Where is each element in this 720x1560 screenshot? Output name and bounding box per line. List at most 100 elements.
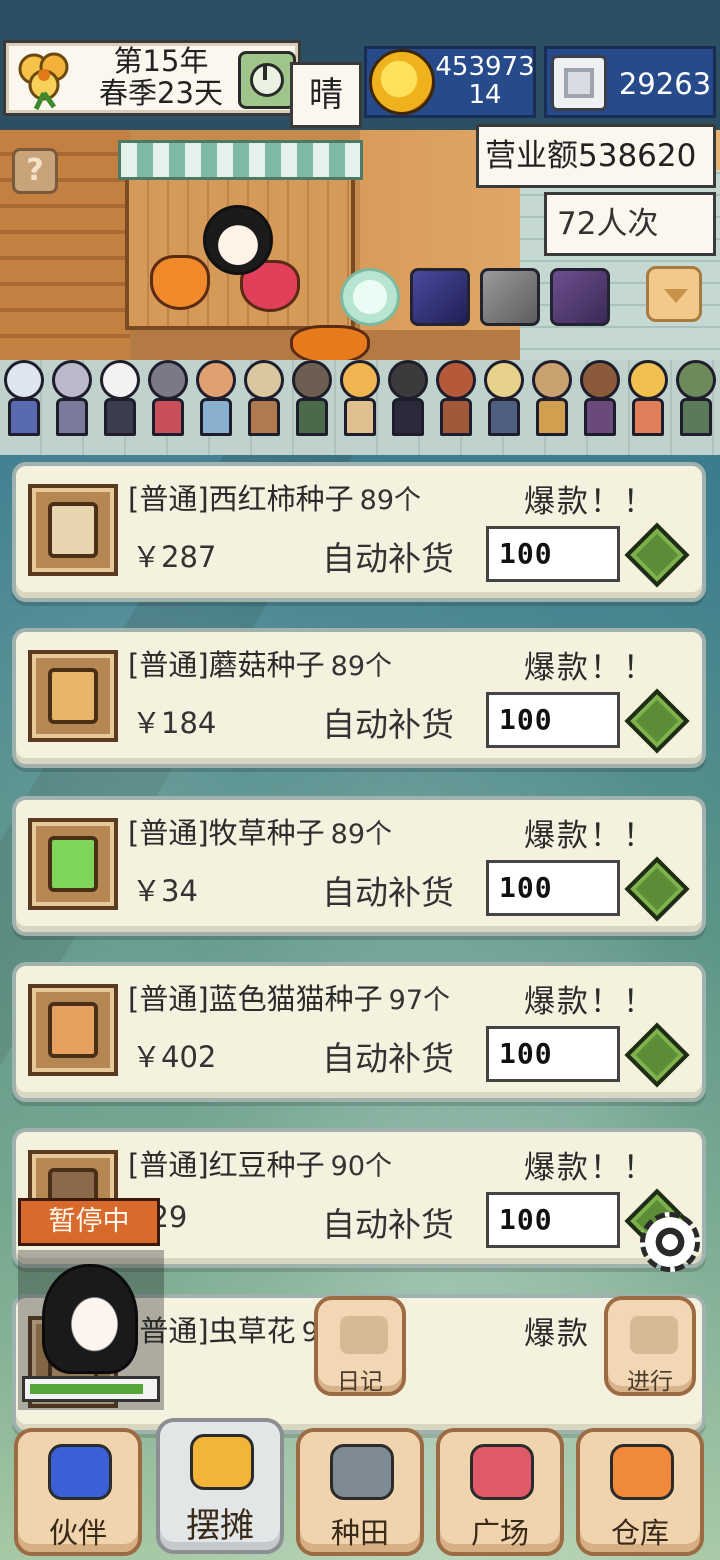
product-qty: 89个 <box>359 485 421 516</box>
nav-item[interactable]: 广场 <box>436 1428 564 1556</box>
product-row[interactable]: [普通]牧草种子 89个 爆款！！ ￥34 自动补货 100 <box>12 796 706 936</box>
customer-sprite <box>288 350 336 440</box>
product-row[interactable]: [普通]蓝色猫猫种子 97个 爆款！！ ￥402 自动补货 100 <box>12 962 706 1102</box>
collapse-button[interactable] <box>646 266 702 322</box>
customer-body <box>200 398 232 436</box>
product-price: ￥184 <box>132 706 217 740</box>
flower-plaza-icon <box>470 1444 534 1500</box>
confirm-diamond-button[interactable] <box>624 1022 690 1088</box>
helper-character-card[interactable] <box>18 1250 164 1410</box>
customer-sprite <box>384 350 432 440</box>
paused-badge: 暂停中 <box>18 1198 160 1246</box>
gold-value-line2: 14 <box>468 80 502 110</box>
customer-head <box>484 360 524 400</box>
customer-head <box>436 360 476 400</box>
warehouse-house-icon <box>610 1444 674 1500</box>
restock-amount-input[interactable]: 100 <box>486 526 620 582</box>
stone-skill-icon[interactable] <box>480 268 540 326</box>
date-panel: 第15年 春季23天 <box>3 40 301 116</box>
nav-item[interactable]: 伙伴 <box>14 1428 142 1556</box>
customer-body <box>296 398 328 436</box>
auto-restock-label: 自动补货 <box>322 1205 454 1244</box>
confirm-diamond-button[interactable] <box>624 688 690 754</box>
restock-amount-input[interactable]: 100 <box>486 1192 620 1248</box>
customer-sprite <box>192 350 240 440</box>
product-qty: 97个 <box>388 985 450 1016</box>
diary-button[interactable]: 日记 <box>314 1296 406 1396</box>
gem-counter[interactable]: 29263 <box>544 46 716 118</box>
seed-bag <box>48 502 98 558</box>
hot-badge: 爆款！！ <box>524 650 656 686</box>
nav-label: 广场 <box>470 1516 529 1550</box>
nav-label: 种田 <box>330 1516 389 1550</box>
chevron-down-icon <box>664 289 688 303</box>
customer-sprite <box>528 350 576 440</box>
customer-sprite <box>48 350 96 440</box>
restock-amount-input[interactable]: 100 <box>486 692 620 748</box>
nav-item[interactable]: 摆摊 <box>156 1418 284 1554</box>
customer-body <box>392 398 424 436</box>
product-qty: 89个 <box>330 651 392 682</box>
stamina-bar <box>22 1376 160 1402</box>
product-qty: 89个 <box>330 819 392 850</box>
customer-sprite <box>576 350 624 440</box>
restock-amount-input[interactable]: 100 <box>486 1026 620 1082</box>
seed-bag <box>48 1002 98 1058</box>
nav-item[interactable]: 种田 <box>296 1428 424 1556</box>
diary-icon <box>340 1316 388 1354</box>
year-label: 第15年 <box>113 44 209 78</box>
potion-skill-icon[interactable] <box>550 268 610 326</box>
gold-counter[interactable]: 453973 14 <box>364 46 536 118</box>
nav-label: 伙伴 <box>48 1516 107 1550</box>
product-row[interactable]: [普通]西红柿种子 89个 爆款！！ ￥287 自动补货 100 <box>12 462 706 602</box>
grass-seed-icon <box>28 818 118 910</box>
bottom-nav: 伙伴 摆摊 种田 广场 仓库 <box>0 1418 720 1560</box>
auto-restock-label: 自动补货 <box>322 873 454 912</box>
product-name: [普通]红豆种子 90个 <box>128 1142 392 1184</box>
proceed-button[interactable]: 进行 <box>604 1296 696 1396</box>
customer-body <box>104 398 136 436</box>
clock-hand <box>263 66 267 80</box>
hot-badge: 爆款！！ <box>524 484 656 520</box>
gear-icon[interactable] <box>640 1212 700 1272</box>
product-name-text: [普通]红豆种子 <box>128 1148 325 1182</box>
clock-face <box>250 63 284 97</box>
help-button[interactable]: ? <box>12 148 58 194</box>
tomato-seed-icon <box>28 484 118 576</box>
shopkeeper-avatar[interactable] <box>203 205 273 275</box>
blue-cat-seed-icon <box>28 984 118 1076</box>
product-name: [普通]牧草种子 89个 <box>128 810 392 852</box>
partners-icon <box>48 1444 112 1500</box>
customer-body <box>248 398 280 436</box>
customer-head <box>388 360 428 400</box>
sparkle-skill-icon[interactable] <box>340 268 400 326</box>
customer-body <box>680 398 712 436</box>
visitor-count: 72人次 <box>544 192 716 256</box>
customer-body <box>440 398 472 436</box>
customer-head <box>4 360 44 400</box>
sales-total: 营业额538620 <box>476 124 716 188</box>
customer-sprite <box>432 350 480 440</box>
hot-badge: 爆款！！ <box>524 818 656 854</box>
customer-body <box>584 398 616 436</box>
product-price: ￥287 <box>132 540 217 574</box>
flower-season-icon <box>18 52 69 111</box>
weather-label: 晴 <box>290 62 362 128</box>
confirm-diamond-button[interactable] <box>624 522 690 588</box>
customer-sprite <box>672 350 720 440</box>
customer-body <box>536 398 568 436</box>
season-day-label: 春季23天 <box>99 76 223 110</box>
customer-body <box>344 398 376 436</box>
nav-item[interactable]: 仓库 <box>576 1428 704 1556</box>
product-qty: 90个 <box>330 1151 392 1182</box>
customer-sprite <box>624 350 672 440</box>
customer-head <box>676 360 716 400</box>
clock-icon[interactable] <box>238 51 296 109</box>
restock-amount-input[interactable]: 100 <box>486 860 620 916</box>
magic-wand-skill-icon[interactable] <box>410 268 470 326</box>
confirm-diamond-button[interactable] <box>624 856 690 922</box>
product-row[interactable]: [普通]蘑菇种子 89个 爆款！！ ￥184 自动补货 100 <box>12 628 706 768</box>
customer-head <box>292 360 332 400</box>
helper-avatar <box>42 1264 138 1374</box>
product-name-text: [普通]牧草种子 <box>128 816 325 850</box>
